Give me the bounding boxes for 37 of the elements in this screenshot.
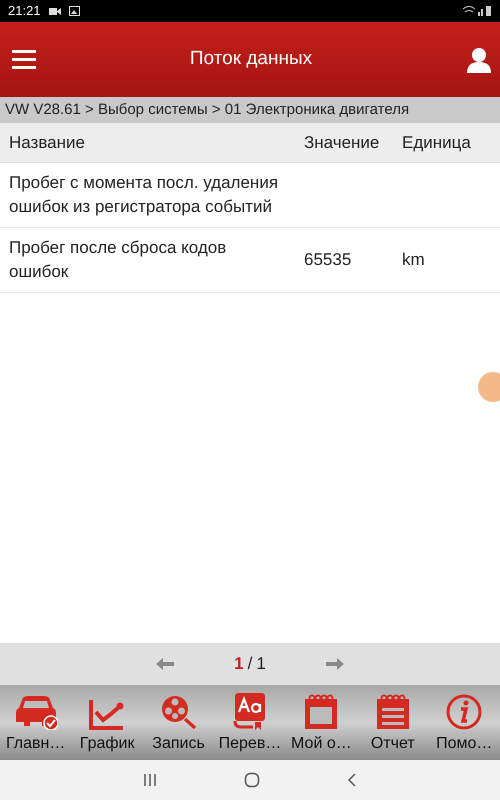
- header-title: Поток данных: [188, 47, 314, 72]
- back-icon[interactable]: [346, 773, 357, 787]
- toolbar-button[interactable]: Помо…: [428, 685, 500, 760]
- total-pages: 1: [256, 653, 266, 676]
- car-icon: [14, 694, 58, 730]
- column-header: Значение: [303, 132, 380, 154]
- previous-arrow-icon[interactable]: [156, 658, 174, 670]
- table-cell-text: Пробег с момента посл. удаления ошибок из регистратора событий: [8, 172, 280, 218]
- column-header: Название: [8, 132, 86, 154]
- recent-apps-icon[interactable]: [143, 773, 158, 787]
- dictionary-icon: [232, 692, 267, 730]
- toolbar-button[interactable]: График: [71, 685, 143, 760]
- user-icon[interactable]: [466, 46, 492, 72]
- info-icon: [446, 694, 482, 730]
- toolbar-button[interactable]: Отчет: [357, 685, 429, 760]
- next-arrow-icon[interactable]: [326, 658, 344, 670]
- toolbar-button[interactable]: Перев…: [214, 685, 286, 760]
- toolbar-button[interactable]: Мой о…: [286, 685, 358, 760]
- image-icon: [68, 6, 80, 16]
- calendar-icon: [304, 694, 338, 730]
- toolbar-button[interactable]: Запись: [142, 685, 214, 760]
- column-header: Единица: [401, 132, 471, 154]
- page-separator: /: [248, 653, 252, 676]
- video-camera-icon: [48, 6, 61, 16]
- notepad-icon: [376, 694, 410, 730]
- breadcrumb: VW V28.61 > Выбор системы > 01 Электроника двигателя: [0, 97, 500, 123]
- home-icon[interactable]: [244, 772, 260, 788]
- toolbar-button[interactable]: Главн…: [0, 685, 72, 760]
- line-chart-icon: [89, 698, 126, 730]
- clock: 21:21: [8, 2, 41, 20]
- menu-button[interactable]: [12, 50, 36, 69]
- current-page: 1: [234, 653, 244, 676]
- film-reel-search-icon: [160, 694, 198, 730]
- table-cell-text: Пробег после сброса кодов ошибок: [8, 237, 228, 283]
- table-cell-text: 65535: [303, 249, 352, 271]
- table-cell-text: km: [401, 249, 425, 271]
- signal-icon: [462, 5, 492, 17]
